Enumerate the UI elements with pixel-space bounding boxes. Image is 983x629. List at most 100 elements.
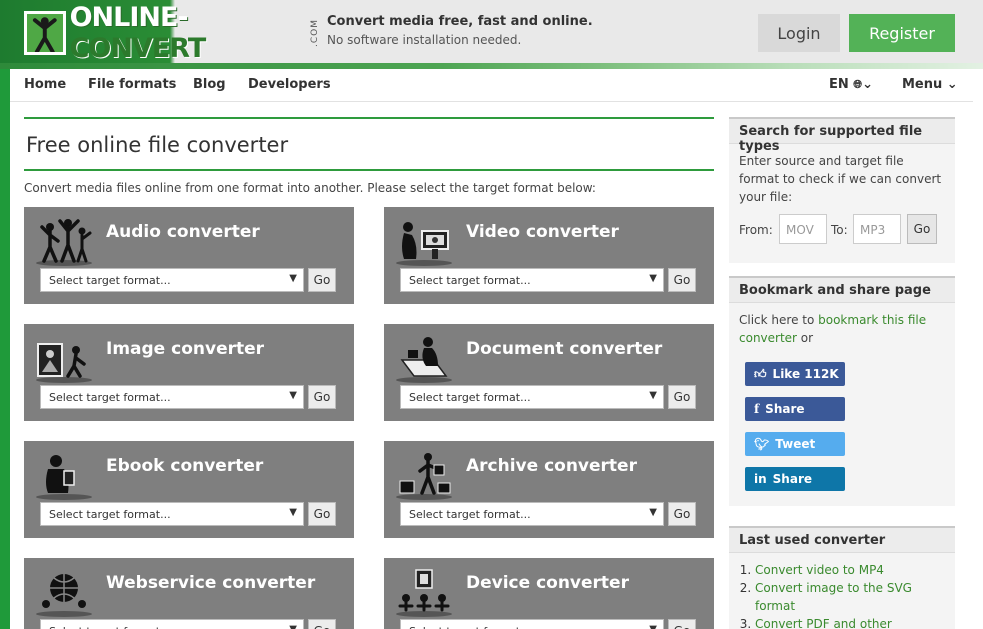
card-title: Webservice converter [106,573,316,593]
film-viewer-icon [394,213,454,267]
list-item: Convert PDF and other [755,615,945,629]
page-title: Free online file converter [26,133,289,157]
nav-item-developers[interactable]: Developers [248,77,331,92]
dropdown-arrow-icon: ▼ [289,507,297,518]
site-logo[interactable]: ONLINE-CONVERT .COM [24,2,320,64]
left-green-border [0,69,10,629]
card-title: Audio converter [106,222,260,242]
target-format-select[interactable]: Select target format... ▼ [40,619,304,629]
go-button[interactable]: Go [668,268,696,292]
menu-button[interactable]: Menu ⌄ [902,77,958,92]
thumbs-up-icon: 👍︎ [754,366,767,381]
select-placeholder: Select target format... [409,508,531,521]
converter-card-ebook: Ebook converter Select target format... ▼… [24,441,354,538]
converter-card-document: Document converter Select target format.… [384,324,714,421]
dancing-people-icon [34,213,94,267]
register-button[interactable]: Register [849,14,955,52]
facebook-icon: f [754,402,760,416]
go-button[interactable]: Go [308,502,336,526]
twitter-tweet-button[interactable]: 🐦︎ Tweet [745,432,845,456]
converter-card-device: Device converter Select target format...… [384,558,714,629]
globe-icon: 🌐︎ [853,78,863,91]
linkedin-icon: in [754,472,767,486]
reading-person-icon [394,330,454,384]
last-used-converter-box: Last used converter Convert video to MP4… [729,526,955,629]
facebook-share-button[interactable]: f Share [745,397,845,421]
select-placeholder: Select target format... [49,391,171,404]
target-format-select[interactable]: Select target format... ▼ [400,502,664,526]
dropdown-arrow-icon: ▼ [289,390,297,401]
last-used-link[interactable]: Convert PDF and other [755,617,892,629]
dropdown-arrow-icon: ▼ [289,624,297,629]
bookmark-share-box: Bookmark and share page Click here to bo… [729,276,955,506]
select-placeholder: Select target format... [409,391,531,404]
list-item: Convert image to the SVG format [755,579,945,615]
chevron-down-icon: ⌄ [862,77,874,92]
login-button[interactable]: Login [758,14,840,52]
logo-text: ONLINE-CONVERT [69,2,207,64]
go-button[interactable]: Go [308,385,336,409]
card-title: Ebook converter [106,456,264,476]
chevron-down-icon: ⌄ [946,77,958,92]
intro-text: Convert media files online from one form… [24,181,596,195]
target-format-select[interactable]: Select target format... ▼ [40,385,304,409]
target-format-select[interactable]: Select target format... ▼ [40,502,304,526]
converter-card-archive: Archive converter Select target format..… [384,441,714,538]
nav-item-blog[interactable]: Blog [193,77,226,92]
converter-card-image: Image converter Select target format... ▼… [24,324,354,421]
from-format-input[interactable]: MOV [779,214,827,244]
dropdown-arrow-icon: ▼ [649,507,657,518]
logo-com: .COM [310,19,320,47]
dropdown-arrow-icon: ▼ [649,390,657,401]
facebook-like-button[interactable]: 👍︎ Like 112K [745,362,845,386]
card-title: Device converter [466,573,629,593]
card-title: Image converter [106,339,265,359]
go-button[interactable]: Go [308,619,336,629]
nav-item-file-formats[interactable]: File formats [88,77,176,92]
menu-label: Menu [902,77,943,92]
search-box-text: Enter source and target file format to c… [739,154,942,204]
select-placeholder: Select target format... [409,274,531,287]
to-format-input[interactable]: MP3 [853,214,901,244]
go-button[interactable]: Go [668,385,696,409]
target-format-select[interactable]: Select target format... ▼ [400,268,664,292]
archive-person-icon [394,447,454,501]
photo-frame-icon [34,330,94,384]
select-placeholder: Select target format... [49,274,171,287]
site-header: ONLINE-CONVERT .COM Convert media free, … [0,0,983,69]
card-title: Archive converter [466,456,637,476]
last-used-link[interactable]: Convert video to MP4 [755,563,884,577]
globe-icon [34,564,94,618]
from-label: From: [739,223,773,237]
card-title: Video converter [466,222,619,242]
main-nav: Home File formats Blog Developers EN 🌐︎⌄… [10,69,973,102]
target-format-select[interactable]: Select target format... ▼ [400,385,664,409]
twitter-icon: 🐦︎ [754,437,770,451]
go-button[interactable]: Go [668,619,696,629]
search-go-button[interactable]: Go [907,214,937,244]
language-selector[interactable]: EN 🌐︎⌄ [829,77,873,92]
go-button[interactable]: Go [308,268,336,292]
tagline-subtitle: No software installation needed. [327,33,522,47]
dropdown-arrow-icon: ▼ [289,273,297,284]
nav-item-home[interactable]: Home [24,77,66,92]
target-format-select[interactable]: Select target format... ▼ [40,268,304,292]
last-used-list: Convert video to MP4 Convert image to th… [729,561,945,629]
select-placeholder: Select target format... [49,508,171,521]
page-content: Free online file converter Convert media… [10,102,973,629]
card-title: Document converter [466,339,663,359]
last-used-title: Last used converter [729,528,955,553]
converter-card-video: Video converter Select target format... ▼… [384,207,714,304]
last-used-link[interactable]: Convert image to the SVG format [755,581,912,613]
dropdown-arrow-icon: ▼ [649,624,657,629]
target-format-select[interactable]: Select target format... ▼ [400,619,664,629]
go-button[interactable]: Go [668,502,696,526]
search-file-types-box: Search for supported file types Enter so… [729,117,955,263]
tagline: Convert media free, fast and online. No … [327,14,593,47]
tagline-title: Convert media free, fast and online. [327,14,593,29]
logo-figure-icon [24,11,66,55]
language-label: EN [829,77,849,92]
ebook-reader-icon [34,447,94,501]
linkedin-share-button[interactable]: in Share [745,467,845,491]
select-placeholder: Select target format... [409,625,531,629]
